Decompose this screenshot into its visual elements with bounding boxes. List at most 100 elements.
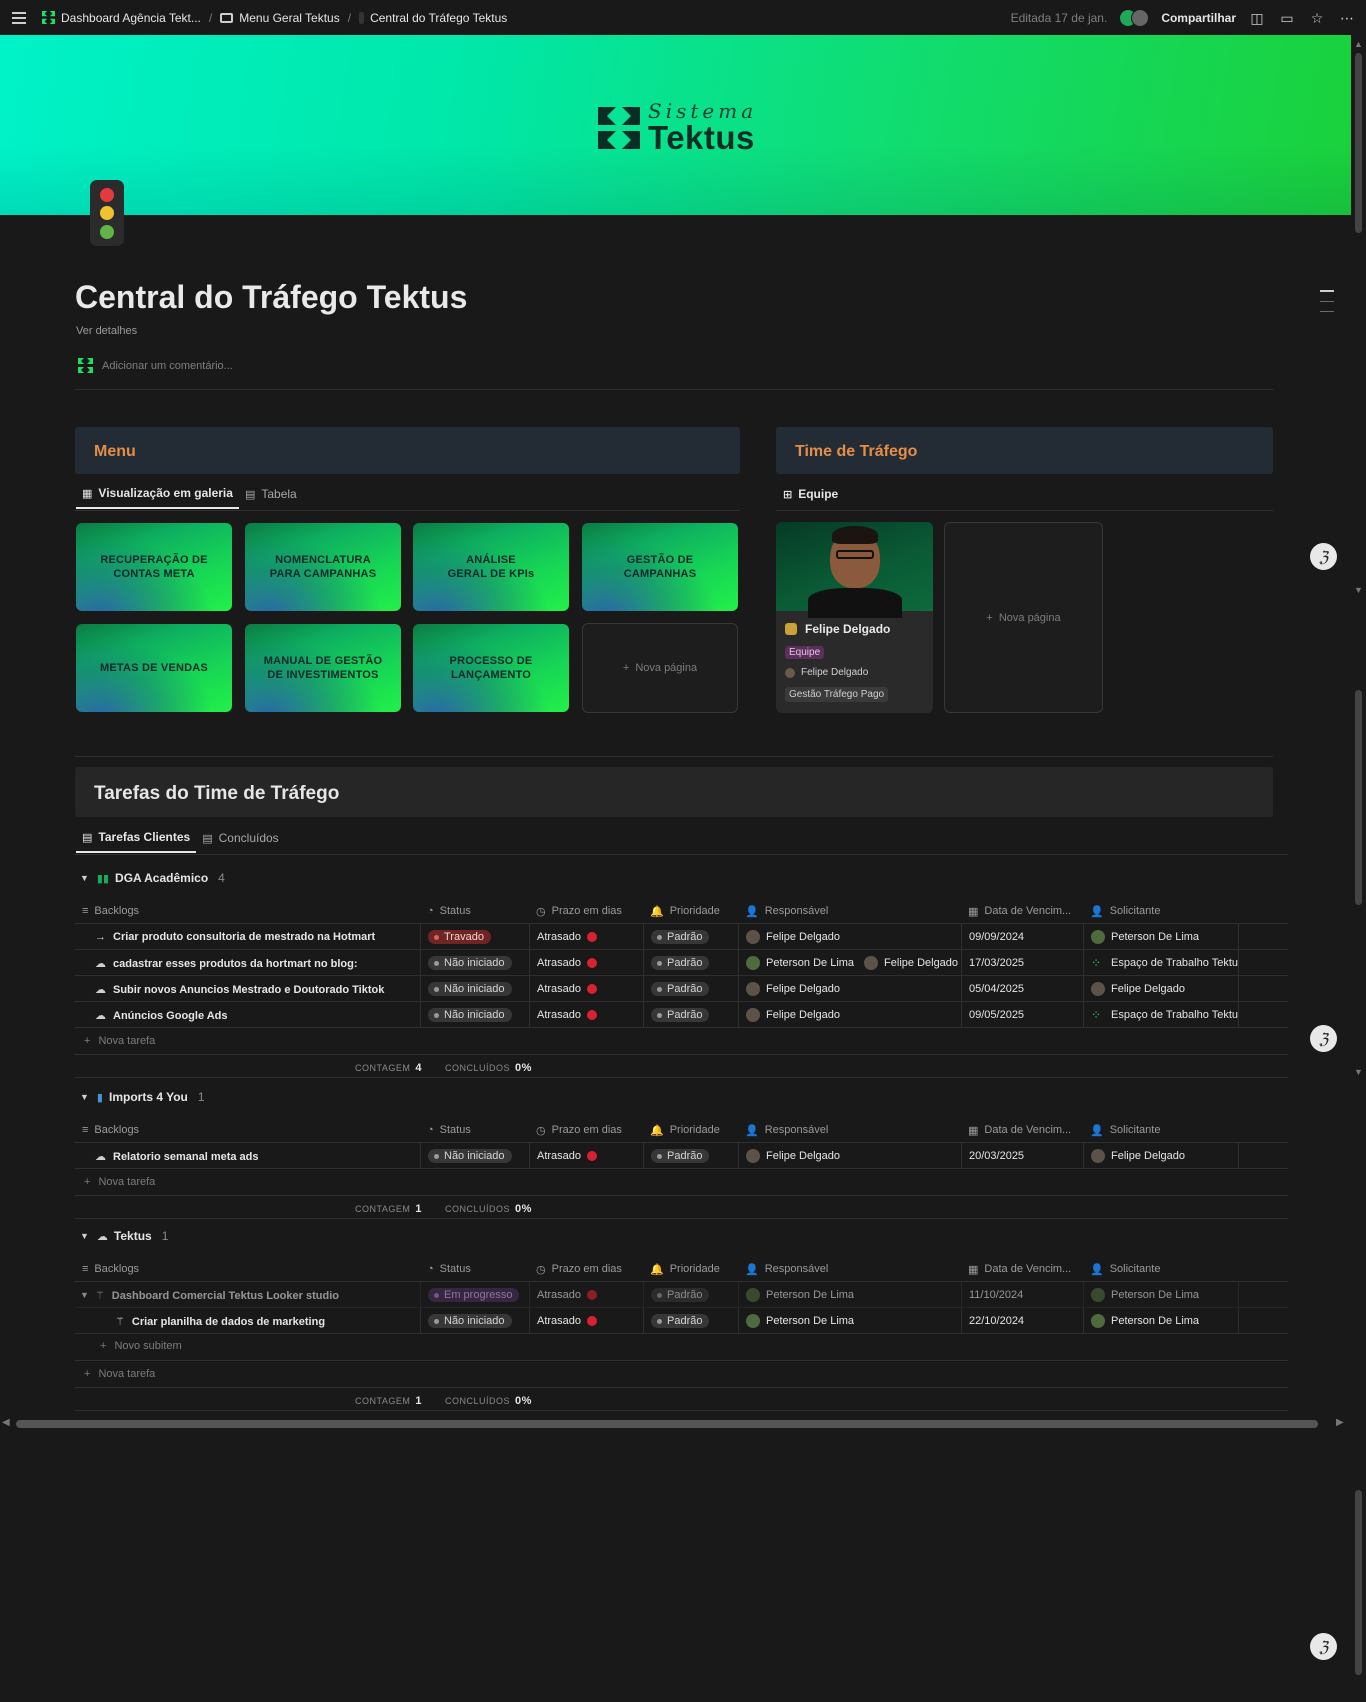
tab-table-view[interactable]: ▤ Tabela: [239, 479, 303, 509]
task-name[interactable]: ☁ Subir novos Anuncios Mestrado e Doutora…: [95, 983, 384, 996]
menu-new-page-card[interactable]: + Nova página: [582, 623, 738, 713]
column-header[interactable]: 👤 Responsável: [738, 1117, 961, 1143]
task-name[interactable]: ☁ cadastrar esses produtos da hortmart no…: [95, 957, 358, 970]
table-row[interactable]: ☁ Relatorio semanal meta ads Não iniciado A…: [75, 1143, 1288, 1169]
due-date[interactable]: 11/10/2024: [969, 1289, 1023, 1301]
share-button[interactable]: Compartilhar: [1161, 11, 1236, 25]
scroll-down-icon[interactable]: ▼: [1354, 1067, 1363, 1077]
collapse-toggle-icon[interactable]: ▼: [80, 1092, 89, 1102]
tab-gallery-view[interactable]: ▦ Visualização em galeria: [76, 479, 239, 509]
more-icon[interactable]: ⋯: [1338, 10, 1356, 26]
new-task-button[interactable]: + Nova tarefa: [84, 1368, 155, 1380]
column-header[interactable]: 👤 Solicitante: [1083, 898, 1238, 924]
assignee[interactable]: Peterson De Lima: [746, 1288, 854, 1302]
due-date[interactable]: 05/04/2025: [969, 983, 1024, 995]
column-header[interactable]: 👤 Solicitante: [1083, 1256, 1238, 1282]
column-header[interactable]: 👤 Solicitante: [1083, 1117, 1238, 1143]
star-icon[interactable]: ☆: [1308, 10, 1326, 26]
due-date[interactable]: 20/03/2025: [969, 1150, 1024, 1162]
assignee[interactable]: Peterson De Lima: [746, 956, 854, 970]
breadcrumb-item-menu[interactable]: Menu Geral Tektus: [239, 11, 340, 25]
column-header[interactable]: 👤 Responsável: [738, 1256, 961, 1282]
view-details-link[interactable]: Ver detalhes: [76, 325, 137, 337]
table-row[interactable]: ☁ Anúncios Google Ads Não iniciado Atrasado…: [75, 1002, 1288, 1028]
requester[interactable]: Peterson De Lima: [1091, 1314, 1199, 1328]
collapse-toggle-icon[interactable]: ▼: [80, 873, 89, 883]
assignee[interactable]: Felipe Delgado: [746, 1008, 840, 1022]
menu-card-manual-investimentos[interactable]: MANUAL DE GESTÃO DE INVESTIMENTOS: [245, 624, 401, 712]
sidebar-toggle-icon[interactable]: ◫: [1248, 10, 1266, 26]
priority-badge[interactable]: Padrão: [651, 1008, 710, 1022]
add-comment-row[interactable]: Adicionar um comentário...: [78, 358, 233, 373]
column-header[interactable]: 🔔 Prioridade: [643, 898, 738, 924]
table-row[interactable]: → Criar produto consultoria de mestrado n…: [75, 924, 1288, 950]
tab-concluidos[interactable]: ▤ Concluídos: [196, 823, 284, 853]
task-name[interactable]: ⚚ Criar planilha de dados de marketing: [115, 1315, 325, 1328]
horizontal-scrollbar[interactable]: ◀ ▶: [0, 1416, 1351, 1432]
menu-card-processo-lancamento[interactable]: PROCESSO DE LANÇAMENTO: [413, 624, 569, 712]
menu-card-analise-kpis[interactable]: ANÁLISE GERAL DE KPIs: [413, 523, 569, 611]
task-group-header[interactable]: ▼ ▮▮ DGA Acadêmico 4: [80, 871, 225, 885]
priority-badge[interactable]: Padrão: [651, 956, 710, 970]
requester[interactable]: Peterson De Lima: [1091, 930, 1199, 944]
menu-card-nomenclatura[interactable]: NOMENCLATURA PARA CAMPANHAS: [245, 523, 401, 611]
column-header[interactable]: 🔔 Prioridade: [643, 1256, 738, 1282]
assignee[interactable]: Felipe Delgado: [746, 982, 840, 996]
scroll-right-icon[interactable]: ▶: [1336, 1417, 1344, 1428]
task-name[interactable]: → Criar produto consultoria de mestrado n…: [95, 931, 375, 943]
ai-assistant-button[interactable]: ℨ: [1310, 1025, 1337, 1052]
status-badge[interactable]: Travado: [428, 930, 491, 944]
new-task-button[interactable]: + Nova tarefa: [84, 1035, 155, 1047]
breadcrumb-item-dashboard[interactable]: Dashboard Agência Tekt...: [61, 11, 201, 25]
priority-badge[interactable]: Padrão: [651, 1288, 710, 1302]
menu-card-gestao-campanhas[interactable]: GESTÃO DE CAMPANHAS: [582, 523, 738, 611]
column-header[interactable]: ◷ Prazo em dias: [529, 1256, 643, 1282]
comment-icon[interactable]: ▭: [1278, 10, 1296, 26]
due-date[interactable]: 09/05/2025: [969, 1009, 1024, 1021]
column-header[interactable]: ▦ Data de Vencim...: [961, 1117, 1083, 1143]
status-badge[interactable]: Não iniciado: [428, 1149, 512, 1163]
expand-subitems-icon[interactable]: ▼: [80, 1290, 89, 1300]
scroll-down-icon[interactable]: ▼: [1354, 585, 1363, 595]
team-new-page-card[interactable]: + Nova página: [944, 522, 1103, 713]
requester[interactable]: ⁘ Espaço de Trabalho Tektus: [1091, 1008, 1238, 1022]
menu-card-metas-vendas[interactable]: METAS DE VENDAS: [76, 624, 232, 712]
status-badge[interactable]: Não iniciado: [428, 982, 512, 996]
status-badge[interactable]: Não iniciado: [428, 1314, 512, 1328]
ai-assistant-button[interactable]: ℨ: [1310, 543, 1337, 570]
new-subitem-button[interactable]: + Novo subitem: [100, 1340, 182, 1352]
tab-tarefas-clientes[interactable]: ▤ Tarefas Clientes: [76, 823, 197, 853]
priority-badge[interactable]: Padrão: [651, 1314, 710, 1328]
due-date[interactable]: 22/10/2024: [969, 1315, 1024, 1327]
tab-equipe[interactable]: ⊞ Equipe: [777, 479, 844, 509]
menu-icon[interactable]: [10, 9, 28, 27]
column-header[interactable]: ≡ Backlogs: [75, 1256, 420, 1282]
requester[interactable]: ⁘ Espaço de Trabalho Tektus: [1091, 956, 1238, 970]
column-header[interactable]: ◔ Status: [420, 1117, 529, 1143]
task-name[interactable]: ⚚ Dashboard Comercial Tektus Looker studi…: [95, 1289, 339, 1302]
column-header[interactable]: ≡ Backlogs: [75, 1117, 420, 1143]
table-row[interactable]: ☁ Subir novos Anuncios Mestrado e Doutora…: [75, 976, 1288, 1002]
column-header[interactable]: 👤 Responsável: [738, 898, 961, 924]
status-badge[interactable]: Em progresso: [428, 1288, 520, 1302]
scroll-up-icon[interactable]: ▲: [1354, 39, 1363, 49]
assignee[interactable]: Felipe Delgado: [746, 930, 840, 944]
column-header[interactable]: ◷ Prazo em dias: [529, 898, 643, 924]
task-name[interactable]: ☁ Anúncios Google Ads: [95, 1009, 228, 1022]
collaborator-avatars[interactable]: [1119, 8, 1150, 27]
table-row[interactable]: ⚚ Criar planilha de dados de marketing Não…: [75, 1308, 1288, 1334]
column-header[interactable]: 🔔 Prioridade: [643, 1117, 738, 1143]
table-row[interactable]: ▼ ⚚ Dashboard Comercial Tektus Looker stud…: [75, 1282, 1288, 1308]
breadcrumb-item-current[interactable]: Central do Tráfego Tektus: [370, 11, 507, 25]
assignee[interactable]: Felipe Delgado: [746, 1149, 840, 1163]
ai-assistant-button[interactable]: ℨ: [1310, 1633, 1337, 1660]
collapse-toggle-icon[interactable]: ▼: [80, 1231, 89, 1241]
priority-badge[interactable]: Padrão: [651, 930, 710, 944]
requester[interactable]: Felipe Delgado: [1091, 982, 1185, 996]
new-task-button[interactable]: + Nova tarefa: [84, 1176, 155, 1188]
menu-card-recuperacao[interactable]: RECUPERAÇÃO DE CONTAS META: [76, 523, 232, 611]
requester[interactable]: Felipe Delgado: [1091, 1149, 1185, 1163]
task-group-header[interactable]: ▼ ▮ Imports 4 You 1: [80, 1090, 205, 1104]
team-member-card[interactable]: Felipe Delgado Equipe Felipe Delgado Ges…: [776, 522, 933, 713]
column-header[interactable]: ◷ Prazo em dias: [529, 1117, 643, 1143]
